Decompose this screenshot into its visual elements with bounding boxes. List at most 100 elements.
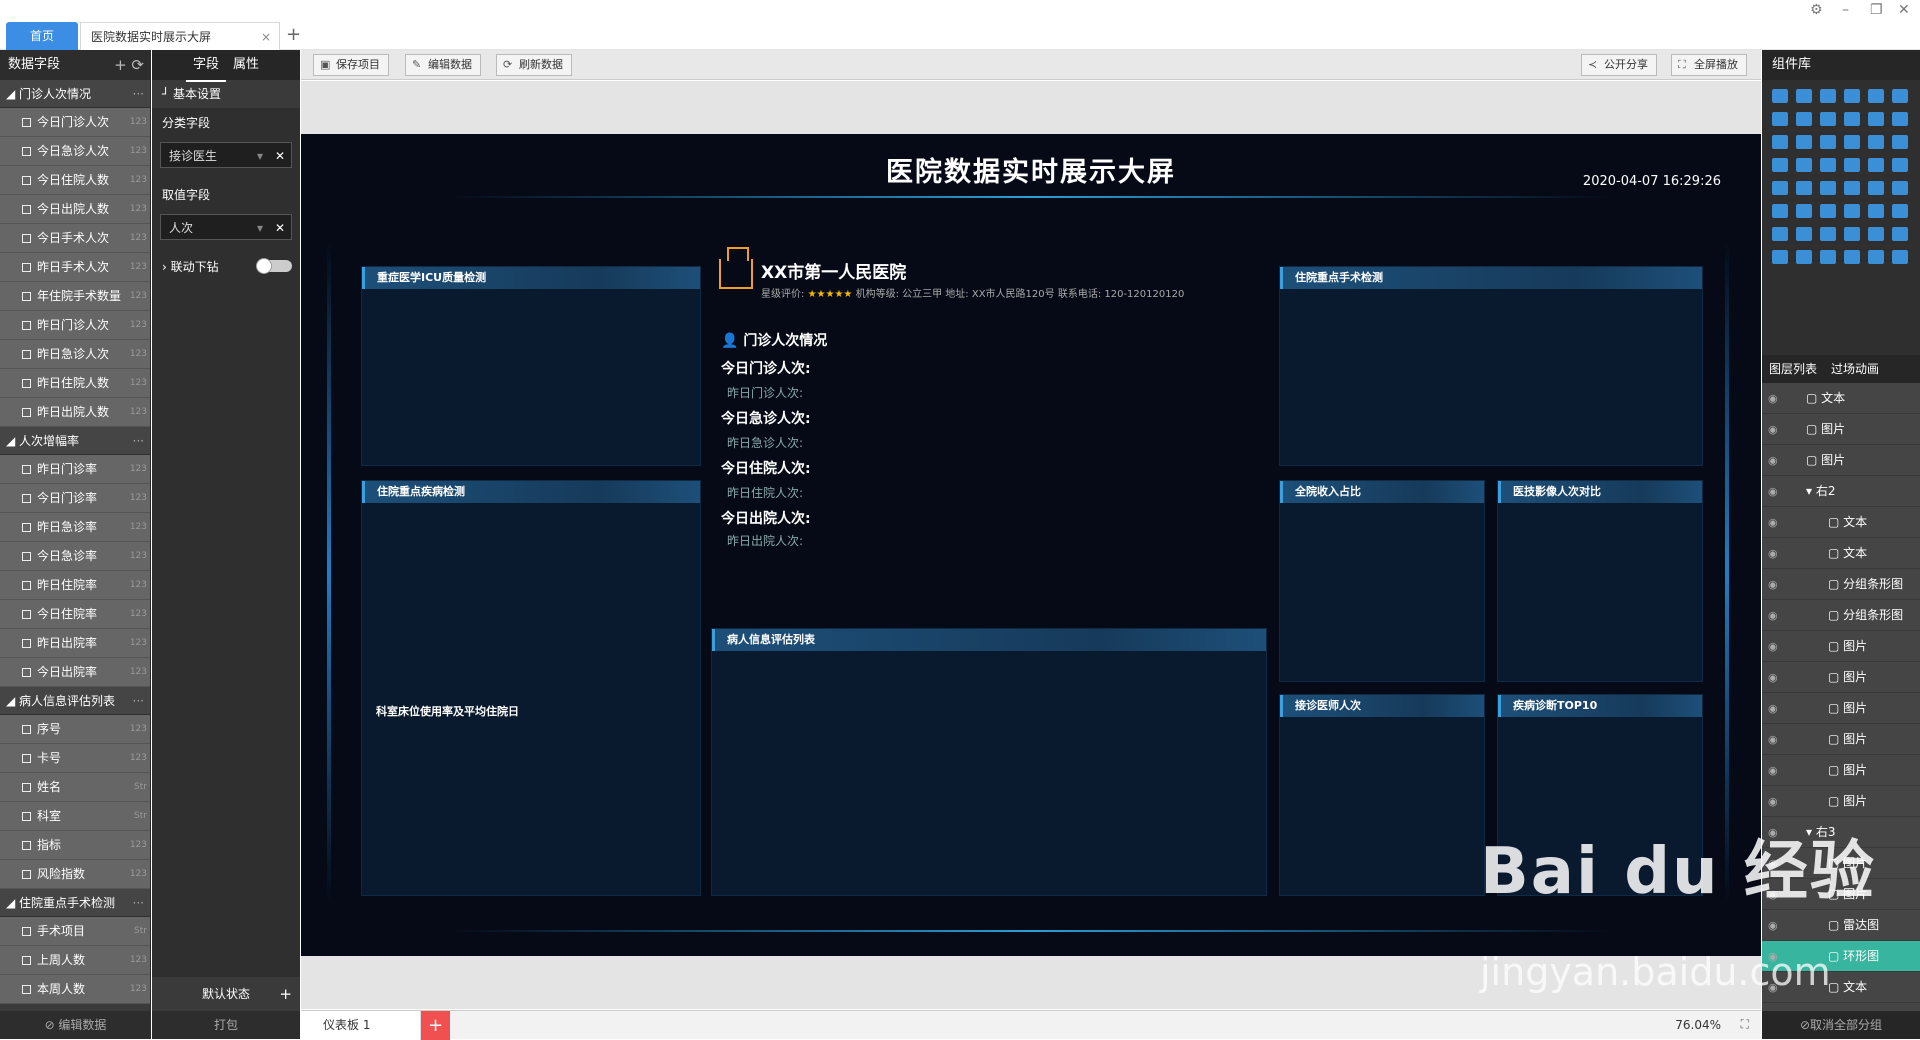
checkbox[interactable] [22,812,31,821]
field-item[interactable]: 今日住院人数 123 [0,166,150,195]
eye-icon[interactable]: ◉ [1768,507,1778,538]
layer-item[interactable]: ◉ ▢ 图片 [1762,755,1920,786]
checkbox[interactable] [22,956,31,965]
field-item[interactable]: 今日出院率 123 [0,658,150,687]
chart-component-icon[interactable] [1892,158,1908,172]
chart-component-icon[interactable] [1844,250,1860,264]
eye-icon[interactable]: ◉ [1768,910,1778,941]
add-tab-button[interactable]: + [286,24,301,45]
field-item[interactable]: 姓名 Str [0,773,150,802]
checkbox[interactable] [22,350,31,359]
close-window-icon[interactable]: ✕ [1898,2,1910,18]
field-item[interactable]: 今日急诊率 123 [0,542,150,571]
chart-component-icon[interactable] [1796,135,1812,149]
chart-component-icon[interactable] [1796,181,1812,195]
chart-component-icon[interactable] [1892,89,1908,103]
chart-component-icon[interactable] [1844,204,1860,218]
field-item[interactable]: 昨日门诊率 123 [0,455,150,484]
tab-fields[interactable]: 字段 [186,50,226,82]
eye-icon[interactable]: ◉ [1768,724,1778,755]
chart-component-icon[interactable] [1772,250,1788,264]
eye-icon[interactable]: ◉ [1768,693,1778,724]
field-item[interactable]: 手术项目 Str [0,917,150,946]
stat-label-yesterday[interactable]: 昨日住院人次: [727,484,803,501]
tab-home[interactable]: 首页 [6,22,78,50]
stat-label-yesterday[interactable]: 昨日急诊人次: [727,434,803,451]
field-group[interactable]: ◢ 住院重点手术检测 ··· [0,889,150,917]
eye-icon[interactable]: ◉ [1768,538,1778,569]
panel-imaging[interactable]: 医技影像人次对比 [1497,480,1703,682]
checkbox[interactable] [22,408,31,417]
basic-settings-section[interactable]: ┘ 基本设置 [152,80,300,108]
eye-icon[interactable]: ◉ [1768,600,1778,631]
layer-item[interactable]: ◉ ▢ 分组条形图 [1762,569,1920,600]
chart-component-icon[interactable] [1868,112,1884,126]
field-group[interactable]: ◢ 病人信息评估列表 ··· [0,687,150,715]
eye-icon[interactable]: ◉ [1768,786,1778,817]
clear-icon[interactable]: ✕ [275,215,285,241]
save-project-button[interactable]: ▣ 保存项目 [313,54,389,76]
field-item[interactable]: 今日急诊人次 123 [0,137,150,166]
refresh-data-button[interactable]: ⟳ 刷新数据 [496,54,572,76]
restore-icon[interactable]: ❐ [1870,2,1883,18]
field-item[interactable]: 科室 Str [0,802,150,831]
tab-animation[interactable]: 过场动画 [1824,355,1886,383]
screen-title[interactable]: 医院数据实时展示大屏 [301,150,1761,189]
stat-label-yesterday[interactable]: 昨日出院人次: [727,532,803,549]
checkbox[interactable] [22,205,31,214]
outpatient-title[interactable]: 👤 门诊人次情况 [721,330,827,350]
close-icon[interactable]: × [261,23,271,51]
chart-component-icon[interactable] [1868,158,1884,172]
field-item[interactable]: 昨日出院率 123 [0,629,150,658]
chart-component-icon[interactable] [1868,204,1884,218]
chart-component-icon[interactable] [1796,158,1812,172]
field-item[interactable]: 昨日手术人次 123 [0,253,150,282]
eye-icon[interactable]: ◉ [1768,414,1778,445]
field-item[interactable]: 年住院手术数量 123 [0,282,150,311]
clear-icon[interactable]: ✕ [275,143,285,169]
chart-component-icon[interactable] [1868,227,1884,241]
chart-component-icon[interactable] [1820,204,1836,218]
field-item[interactable]: 指标 123 [0,831,150,860]
public-share-button[interactable]: ≺ 公开分享 [1581,54,1657,76]
chart-component-icon[interactable] [1892,250,1908,264]
chart-component-icon[interactable] [1844,89,1860,103]
more-icon[interactable]: ··· [133,80,144,108]
chart-component-icon[interactable] [1892,227,1908,241]
fullscreen-play-button[interactable]: ⛶ 全屏播放 [1671,54,1747,76]
add-refresh-icon[interactable]: + ⟳ [114,50,144,80]
panel-icu[interactable]: 重症医学ICU质量检测 [361,266,701,466]
chart-component-icon[interactable] [1796,227,1812,241]
field-item[interactable]: 今日出院人数 123 [0,195,150,224]
layer-item[interactable]: ◉ ▢ 图片 [1762,631,1920,662]
tab-document[interactable]: 医院数据实时展示大屏 × [80,22,280,50]
checkbox[interactable] [22,668,31,677]
checkbox[interactable] [22,783,31,792]
checkbox[interactable] [22,321,31,330]
panel-doctor[interactable]: 接诊医师人次 [1279,694,1485,896]
chart-component-icon[interactable] [1772,135,1788,149]
hospital-meta[interactable]: 星级评价: ★★★★★ 机构等级: 公立三甲 地址: XX市人民路120号 联系… [761,285,1184,300]
panel-patient-list[interactable]: 病人信息评估列表 [711,628,1267,896]
chart-component-icon[interactable] [1772,158,1788,172]
stat-label-today[interactable]: 今日急诊人次: [721,408,811,428]
checkbox[interactable] [22,985,31,994]
checkbox[interactable] [22,552,31,561]
chart-component-icon[interactable] [1868,89,1884,103]
category-field-select[interactable]: 接诊医生 ▾ ✕ [160,142,292,168]
checkbox[interactable] [22,379,31,388]
checkbox[interactable] [22,292,31,301]
chart-component-icon[interactable] [1772,181,1788,195]
layer-item[interactable]: ◉ ▢ 图片 [1762,445,1920,476]
chart-component-icon[interactable] [1892,112,1908,126]
checkbox[interactable] [22,581,31,590]
field-item[interactable]: 今日住院率 123 [0,600,150,629]
fit-screen-icon[interactable]: ⛶ [1741,1017,1749,1032]
chart-component-icon[interactable] [1796,89,1812,103]
field-item[interactable]: 风险指数 123 [0,860,150,889]
chart-component-icon[interactable] [1820,250,1836,264]
chart-component-icon[interactable] [1772,227,1788,241]
layer-item[interactable]: ◉ ▢ 图片 [1762,786,1920,817]
panel-disease[interactable]: 住院重点疾病检测 科室床位使用率及平均住院日 [361,480,701,896]
stat-label-today[interactable]: 今日住院人次: [721,458,811,478]
